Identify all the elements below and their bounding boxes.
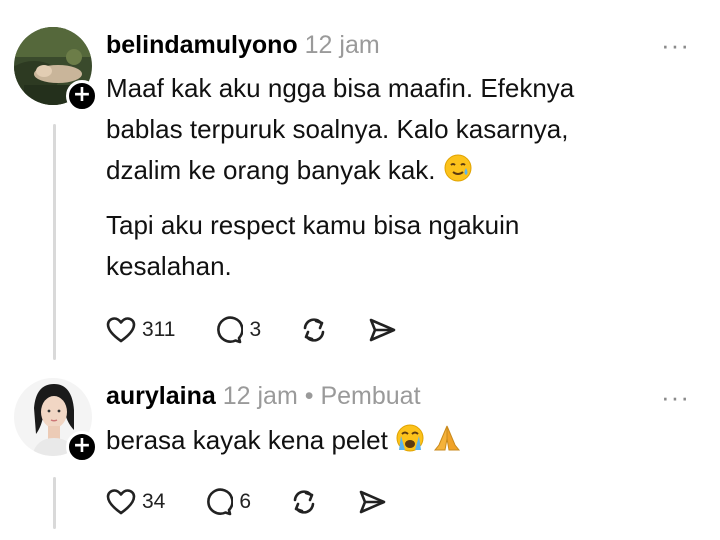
more-icon[interactable]: ··· (661, 382, 690, 413)
text-line: bablas terpuruk soalnya. Kalo kasarnya, (106, 114, 569, 144)
comment-text: berasa kayak kena pelet (106, 420, 462, 461)
share-icon (369, 318, 396, 342)
share-button[interactable] (367, 315, 397, 345)
text-line: Maaf kak aku ngga bisa maafin. Efeknya (106, 73, 575, 103)
text-line: berasa kayak kena pelet (106, 420, 462, 461)
separator: • (304, 382, 314, 410)
like-button[interactable]: 311 (106, 316, 175, 344)
reply-count: 3 (249, 318, 262, 341)
heart-icon (106, 317, 136, 343)
like-count: 311 (142, 318, 176, 341)
text-line: dzalim ke orang banyak kak. (106, 150, 574, 191)
crying-emoji (396, 424, 424, 452)
text-line: kesalahan. (106, 251, 232, 281)
thread-line (53, 477, 56, 529)
reply-count: 6 (239, 490, 252, 513)
heart-icon (106, 489, 136, 515)
pray-emoji (434, 425, 461, 451)
comment-icon (217, 316, 244, 344)
comment-header: belindamulyono 12 jam (106, 31, 380, 60)
comment-icon (207, 488, 234, 516)
follow-button[interactable]: + (66, 431, 98, 463)
like-count: 34 (142, 490, 166, 513)
like-button[interactable]: 34 (106, 488, 165, 516)
author-badge: Pembuat (320, 382, 421, 410)
username[interactable]: aurylaina (106, 382, 216, 410)
thread-line (53, 124, 56, 360)
timestamp: 12 jam (304, 31, 380, 59)
repost-icon (303, 318, 325, 342)
comment-header: aurylaina 12 jam • Pembuat (106, 382, 421, 411)
action-bar: 311 3 (106, 312, 435, 348)
username[interactable]: belindamulyono (106, 31, 298, 59)
action-bar: 34 6 (106, 484, 425, 520)
follow-button[interactable]: + (66, 80, 98, 112)
more-icon[interactable]: ··· (661, 30, 690, 61)
share-button[interactable] (357, 487, 387, 517)
reply-button[interactable]: 6 (203, 487, 251, 517)
repost-icon (293, 490, 315, 514)
repost-button[interactable] (289, 487, 319, 517)
tear-smile-emoji (444, 154, 472, 182)
share-icon (359, 490, 386, 514)
comment-text: Maaf kak aku ngga bisa maafin. Efeknya b… (106, 68, 574, 287)
comment-2: + aurylaina 12 jam • Pembuat ··· berasa … (0, 370, 720, 540)
reply-button[interactable]: 3 (213, 315, 261, 345)
timestamp: 12 jam (222, 382, 298, 410)
comment-1: + belindamulyono 12 jam ··· Maaf kak aku… (0, 0, 720, 370)
text-line: Tapi aku respect kamu bisa ngakuin (106, 210, 520, 240)
repost-button[interactable] (299, 315, 329, 345)
